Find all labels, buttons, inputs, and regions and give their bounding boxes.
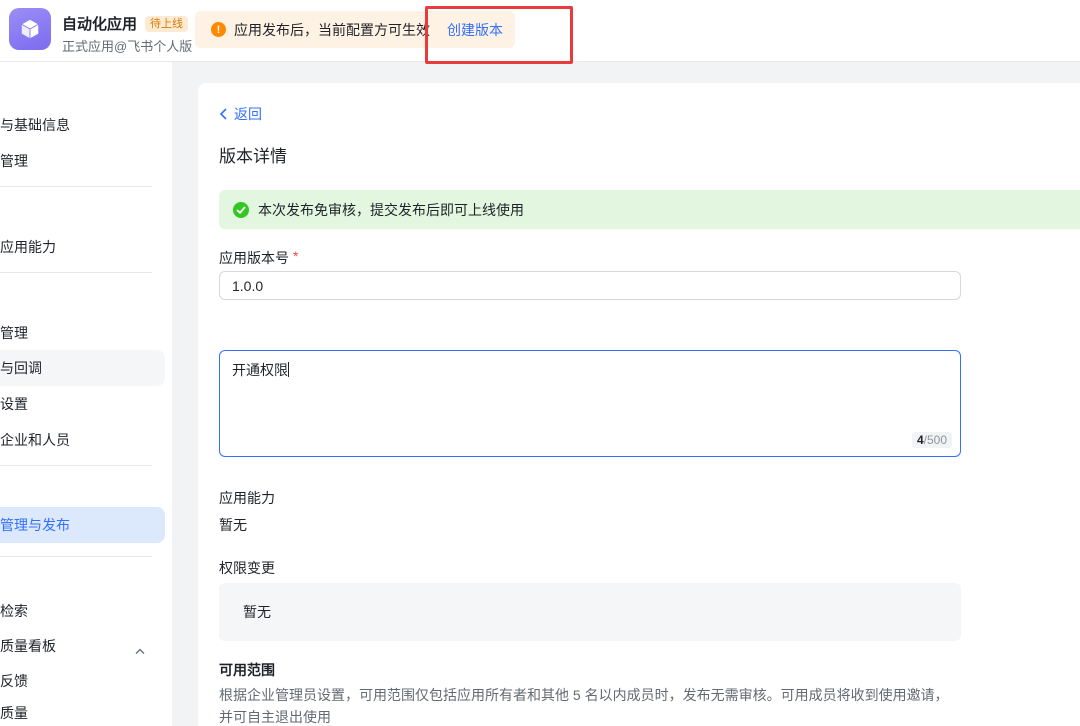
capability-value: 暂无 (219, 517, 247, 533)
sidebar-divider (0, 556, 152, 557)
update-notes-value: 开通权限 (232, 362, 288, 378)
update-notes-textarea[interactable]: 开通权限 4/500 (219, 350, 961, 457)
success-banner: 本次发布免审核，提交发布后即可上线使用 (219, 190, 1080, 229)
permission-value: 暂无 (243, 604, 271, 620)
sidebar-item-settings[interactable]: 设置 (0, 386, 165, 422)
required-mark: * (293, 248, 299, 264)
permission-empty-box: 暂无 (219, 583, 961, 641)
app-cube-icon (9, 8, 51, 50)
chevron-left-icon (219, 108, 227, 120)
check-icon (233, 201, 249, 218)
text-caret (288, 362, 289, 377)
sidebar-item-manage-1[interactable]: 管理 (0, 143, 165, 179)
permission-label: 权限变更 (219, 560, 275, 576)
sidebar-item-version-release[interactable]: 管理与发布 (0, 507, 165, 543)
sidebar-item-quality-dashboard[interactable]: 质量看板 (0, 628, 165, 664)
sidebar-item-basic-info[interactable]: 与基础信息 (0, 107, 165, 143)
app-window: 自动化应用 待上线 正式应用@飞书个人版 ! 应用发布后，当前配置方可生效 创建… (0, 0, 1080, 726)
chevron-up-icon (135, 642, 145, 658)
version-detail-card: 返回 版本详情 本次发布免审核，提交发布后即可上线使用 应用版本号 * 更新说明… (198, 83, 1080, 726)
back-link[interactable]: 返回 (219, 104, 262, 124)
sidebar-item-app-capability[interactable]: 应用能力 (0, 229, 165, 265)
sidebar-item-manage-2[interactable]: 管理 (0, 315, 165, 351)
app-name: 自动化应用 (62, 16, 138, 33)
version-label: 应用版本号 * (219, 248, 299, 266)
sidebar-item-search[interactable]: 检索 (0, 593, 165, 629)
warning-icon: ! (211, 22, 226, 37)
version-input[interactable] (219, 271, 961, 300)
top-header: 自动化应用 待上线 正式应用@飞书个人版 ! 应用发布后，当前配置方可生效 创建… (0, 0, 1080, 64)
capability-label: 应用能力 (219, 490, 275, 506)
char-counter: 4/500 (911, 432, 952, 448)
publish-notice-bar: ! 应用发布后，当前配置方可生效 创建版本 (195, 11, 515, 48)
sidebar-divider (0, 186, 152, 187)
app-subtitle: 正式应用@飞书个人版 (62, 39, 193, 54)
status-badge: 待上线 (145, 15, 189, 32)
sidebar-item-org-members[interactable]: 企业和人员 (0, 422, 165, 458)
sidebar-item-feedback[interactable]: 反馈 (0, 663, 165, 699)
success-banner-text: 本次发布免审核，提交发布后即可上线使用 (258, 201, 524, 218)
scope-description: 根据企业管理员设置，可用范围仅包括应用所有者和其他 5 名以内成员时，发布无需审… (219, 687, 949, 725)
sidebar-divider (0, 272, 152, 273)
notice-text: 应用发布后，当前配置方可生效 (234, 21, 430, 38)
sidebar-nav: 与基础信息 管理 应用能力 管理 与回调 设置 企业和人员 管理与发布 检索 质… (0, 62, 172, 726)
page-title: 版本详情 (219, 147, 287, 166)
sidebar-item-quality[interactable]: 质量 (0, 695, 165, 726)
sidebar-item-events-callback[interactable]: 与回调 (0, 350, 165, 386)
sidebar-divider (0, 465, 152, 466)
scope-label: 可用范围 (219, 662, 275, 678)
create-version-button[interactable]: 创建版本 (447, 20, 503, 40)
